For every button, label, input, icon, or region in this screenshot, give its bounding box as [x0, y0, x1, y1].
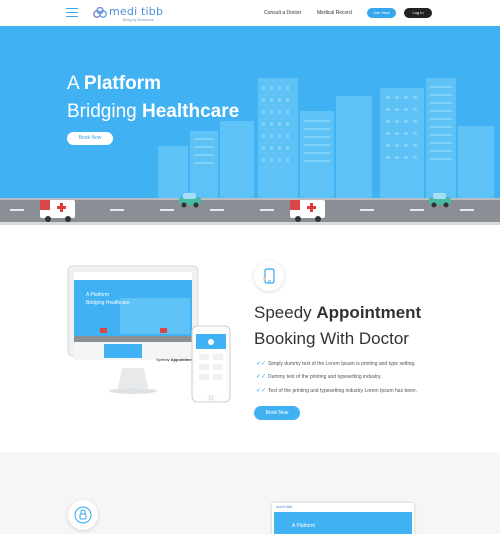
- preview-title: A Platform: [292, 523, 316, 529]
- nav-medical-record[interactable]: Medical Record: [317, 10, 352, 16]
- feature-bullet: ✓✓ Simply dummy text of the Lorem Ipsum i…: [256, 361, 416, 367]
- feature-bullet: ✓✓ Text of the printing and typesetting i…: [256, 388, 417, 394]
- section-badge: [68, 500, 98, 530]
- feature-bullet: ✓✓ Dummy text of the printing and typeset…: [256, 374, 382, 380]
- feature-book-now-button[interactable]: Book Now: [254, 406, 300, 420]
- road-vehicles: [10, 193, 474, 222]
- logo-tagline: Bridging Healthcare: [123, 18, 154, 22]
- laptop-screen-title1: A Platform: [86, 292, 109, 298]
- join-now-button[interactable]: Join Now: [367, 8, 396, 18]
- ambulance-icon: [40, 200, 75, 222]
- laptop-caption: Speedy Appointment: [156, 357, 196, 362]
- phone-icon: [263, 268, 275, 284]
- feature-title-line1: Speedy Appointment: [254, 303, 422, 322]
- checkmark-icon: ✓✓: [256, 388, 267, 394]
- hero-title-line1: A Platform: [67, 73, 161, 94]
- top-navbar: medi tibb Bridging Healthcare Consult a …: [0, 0, 500, 26]
- website-preview-screenshot: medi tibb A Platform: [272, 503, 414, 534]
- hero-book-now-button[interactable]: Book Now: [67, 132, 113, 145]
- feature-badge: [254, 261, 284, 291]
- preview-logo: medi tibb: [276, 504, 293, 509]
- login-button[interactable]: Log In: [404, 8, 432, 18]
- ambulance-icon: [290, 200, 325, 222]
- car-icon: [429, 193, 451, 208]
- hero-title-line2: Bridging Healthcare: [67, 101, 240, 122]
- car-icon: [179, 193, 201, 208]
- logo-icon: [93, 7, 107, 18]
- laptop-phone-mockup: A Platform Bridging Healthcare Speedy Ap…: [67, 265, 231, 403]
- lock-icon: [74, 506, 92, 524]
- nav-consult-doctor[interactable]: Consult a Doctor: [264, 10, 301, 16]
- feature-title-line2: Booking With Doctor: [254, 329, 409, 348]
- site-logo[interactable]: medi tibb Bridging Healthcare: [93, 5, 173, 23]
- logo-text: medi tibb: [109, 5, 164, 18]
- checkmark-icon: ✓✓: [256, 374, 267, 380]
- hamburger-menu-icon[interactable]: [66, 8, 78, 17]
- checkmark-icon: ✓✓: [256, 361, 267, 367]
- laptop-screen-title2: Bridging Healthcare: [86, 300, 130, 306]
